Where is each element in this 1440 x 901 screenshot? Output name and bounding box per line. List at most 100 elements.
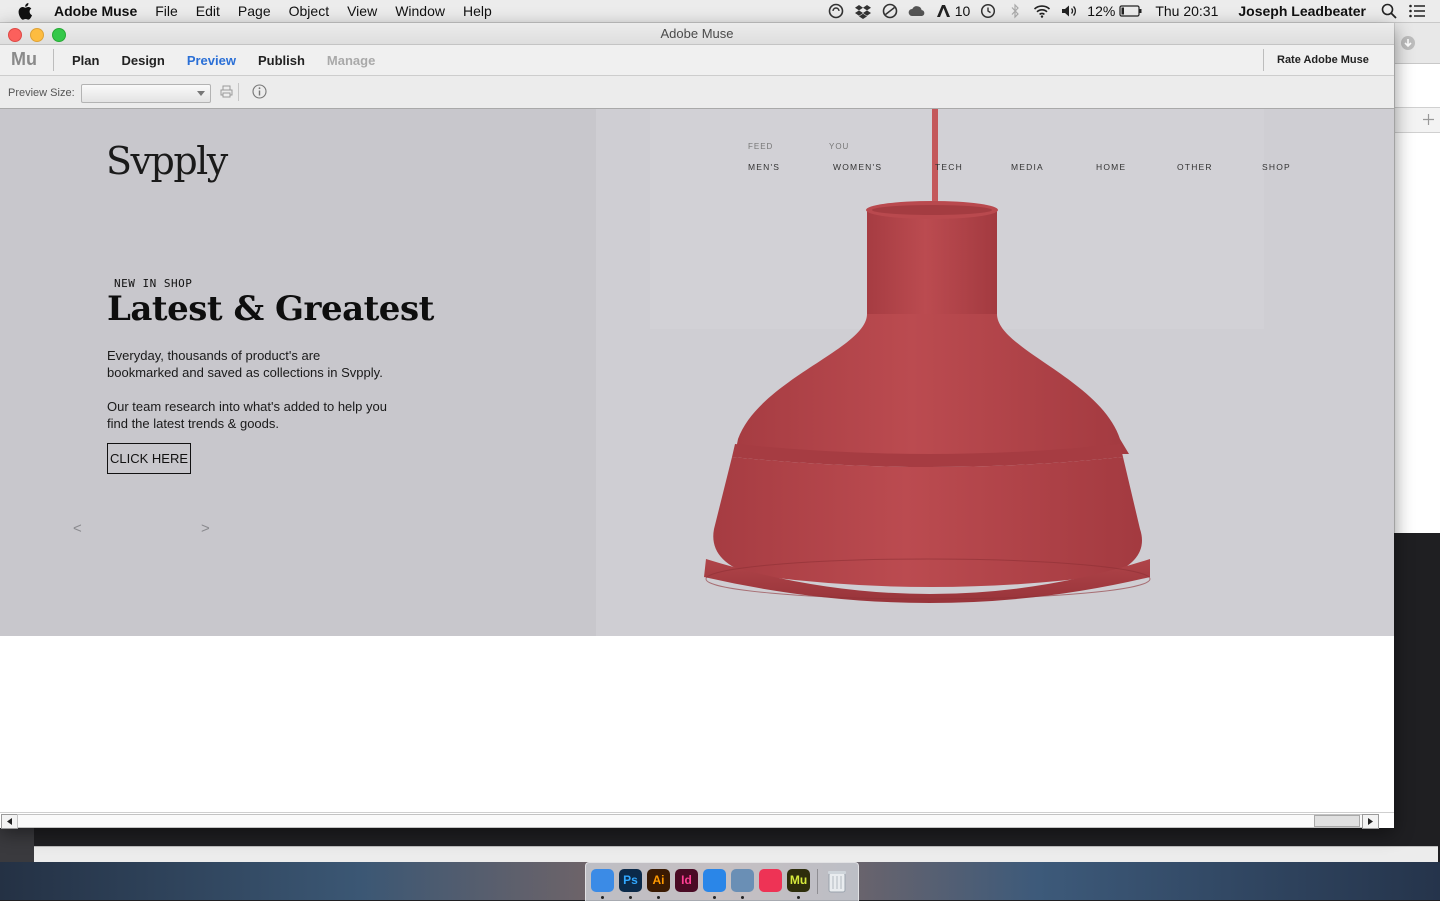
preview-toolbar: Preview Size: (0, 76, 1394, 109)
nav-feed[interactable]: FEED (748, 142, 773, 151)
notification-count: 10 (954, 3, 971, 19)
paragraph-line: Our team research into what's added to h… (107, 399, 387, 414)
hero-paragraph-2: Our team research into what's added to h… (107, 398, 417, 432)
window-titlebar[interactable]: Adobe Muse (0, 23, 1394, 45)
paragraph-line: find the latest trends & goods. (107, 416, 279, 431)
menu-help[interactable]: Help (463, 3, 492, 19)
dock-illustrator-icon[interactable]: Ai (647, 869, 670, 892)
preview-canvas[interactable]: Svpply FEED YOU MEN'S WOMEN'S TECH MEDIA… (0, 109, 1394, 812)
menu-page[interactable]: Page (238, 3, 271, 19)
dock-photoshop-icon[interactable]: Ps (619, 869, 642, 892)
dock-running-indicator (797, 896, 800, 899)
dock-trash-icon[interactable] (826, 868, 848, 894)
horizontal-scrollbar[interactable] (0, 812, 1394, 829)
clock[interactable]: Thu 20:31 (1155, 3, 1218, 19)
window-title: Adobe Muse (660, 26, 734, 41)
menu-window[interactable]: Window (395, 3, 445, 19)
background-window-bottom (34, 846, 1438, 863)
nav-home[interactable]: HOME (1096, 162, 1126, 172)
sync-status-icon[interactable] (881, 3, 899, 19)
dock-running-indicator (713, 896, 716, 899)
svpply-logo[interactable]: Svpply (106, 139, 228, 183)
menubar: Adobe Muse File Edit Page Object View Wi… (0, 0, 1440, 23)
nav-you[interactable]: YOU (829, 142, 849, 151)
rate-adobe-muse-button[interactable]: Rate Adobe Muse (1277, 54, 1369, 66)
menu-view[interactable]: View (347, 3, 377, 19)
nav-shop[interactable]: SHOP (1262, 162, 1291, 172)
dock-separator (817, 869, 818, 894)
print-icon[interactable] (220, 85, 233, 98)
right-arrow-icon (1368, 818, 1373, 825)
nav-mens[interactable]: MEN'S (748, 162, 780, 172)
dock-preview-icon[interactable] (731, 869, 754, 892)
pendant-lamp-image (704, 109, 1151, 603)
paragraph-line: bookmarked and saved as collections in S… (107, 365, 383, 380)
slideshow-prev-arrow[interactable]: < (73, 520, 82, 537)
scroll-track[interactable] (17, 814, 1363, 828)
slideshow-next-arrow[interactable]: > (201, 520, 210, 537)
paragraph-line: Everyday, thousands of product's are (107, 348, 321, 363)
scroll-right-button[interactable] (1362, 814, 1379, 829)
menu-app-name[interactable]: Adobe Muse (54, 3, 137, 19)
dock-running-indicator (601, 896, 604, 899)
download-icon (1401, 36, 1415, 50)
creative-cloud-sync-icon[interactable] (827, 3, 845, 19)
divider (53, 49, 54, 71)
notification-center-icon[interactable] (1408, 3, 1426, 19)
apple-menu-icon[interactable] (18, 2, 34, 20)
user-name[interactable]: Joseph Leadbeater (1238, 3, 1366, 19)
add-tab-icon (1423, 114, 1434, 125)
dock-running-indicator (741, 896, 744, 899)
battery-percent: 12% (1087, 3, 1116, 19)
menu-edit[interactable]: Edit (196, 3, 220, 19)
menu-file[interactable]: File (155, 3, 178, 19)
tab-design[interactable]: Design (121, 53, 164, 68)
background-window (1394, 23, 1440, 533)
hero-section: Svpply FEED YOU MEN'S WOMEN'S TECH MEDIA… (0, 109, 1394, 636)
left-arrow-icon (7, 818, 12, 825)
preview-size-label: Preview Size: (8, 87, 75, 99)
dock-indesign-icon[interactable]: Id (675, 869, 698, 892)
scroll-left-button[interactable] (1, 814, 18, 829)
tab-manage: Manage (326, 53, 376, 68)
nav-tech[interactable]: TECH (935, 162, 963, 172)
tab-publish[interactable]: Publish (258, 53, 305, 68)
close-window-button[interactable] (8, 28, 22, 42)
dock-running-indicator (657, 896, 660, 899)
dock-safari-icon[interactable] (703, 869, 726, 892)
adobe-notification-icon[interactable] (935, 3, 953, 19)
preview-size-select[interactable] (81, 84, 211, 103)
nav-media[interactable]: MEDIA (1011, 162, 1044, 172)
creative-cloud-icon[interactable] (908, 3, 926, 19)
battery-icon[interactable] (1119, 3, 1143, 19)
time-machine-icon[interactable] (979, 3, 997, 19)
nav-womens[interactable]: WOMEN'S (833, 162, 882, 172)
spotlight-search-icon[interactable] (1380, 3, 1398, 19)
bluetooth-icon[interactable] (1006, 3, 1024, 19)
menu-object[interactable]: Object (289, 3, 329, 19)
tab-preview[interactable]: Preview (187, 53, 236, 68)
dropbox-icon[interactable] (854, 3, 872, 19)
muse-logo: Mu (11, 49, 37, 69)
dock-running-indicator (629, 896, 632, 899)
volume-icon[interactable] (1060, 3, 1078, 19)
dock: Ps Ai Id Mu (585, 862, 859, 901)
tab-plan[interactable]: Plan (72, 53, 99, 68)
scroll-thumb[interactable] (1314, 815, 1360, 827)
mode-bar: Mu Plan Design Preview Publish Manage Ra… (0, 45, 1394, 76)
dock-finder-icon[interactable] (591, 869, 614, 892)
muse-window: Adobe Muse Mu Plan Design Preview Publis… (0, 23, 1394, 829)
hero-headline: Latest & Greatest (107, 289, 434, 329)
dock-itunes-icon[interactable] (759, 869, 782, 892)
hero-paragraph-1: Everyday, thousands of product's are boo… (107, 347, 417, 381)
nav-other[interactable]: OTHER (1177, 162, 1213, 172)
minimize-window-button[interactable] (30, 28, 44, 42)
chevron-down-icon (197, 91, 205, 96)
background-window-edge (0, 826, 34, 862)
info-icon[interactable] (252, 84, 267, 99)
zoom-window-button[interactable] (52, 28, 66, 42)
divider (238, 83, 239, 101)
dock-muse-icon[interactable]: Mu (787, 869, 810, 892)
click-here-button[interactable]: CLICK HERE (107, 443, 191, 474)
wifi-icon[interactable] (1033, 3, 1051, 19)
